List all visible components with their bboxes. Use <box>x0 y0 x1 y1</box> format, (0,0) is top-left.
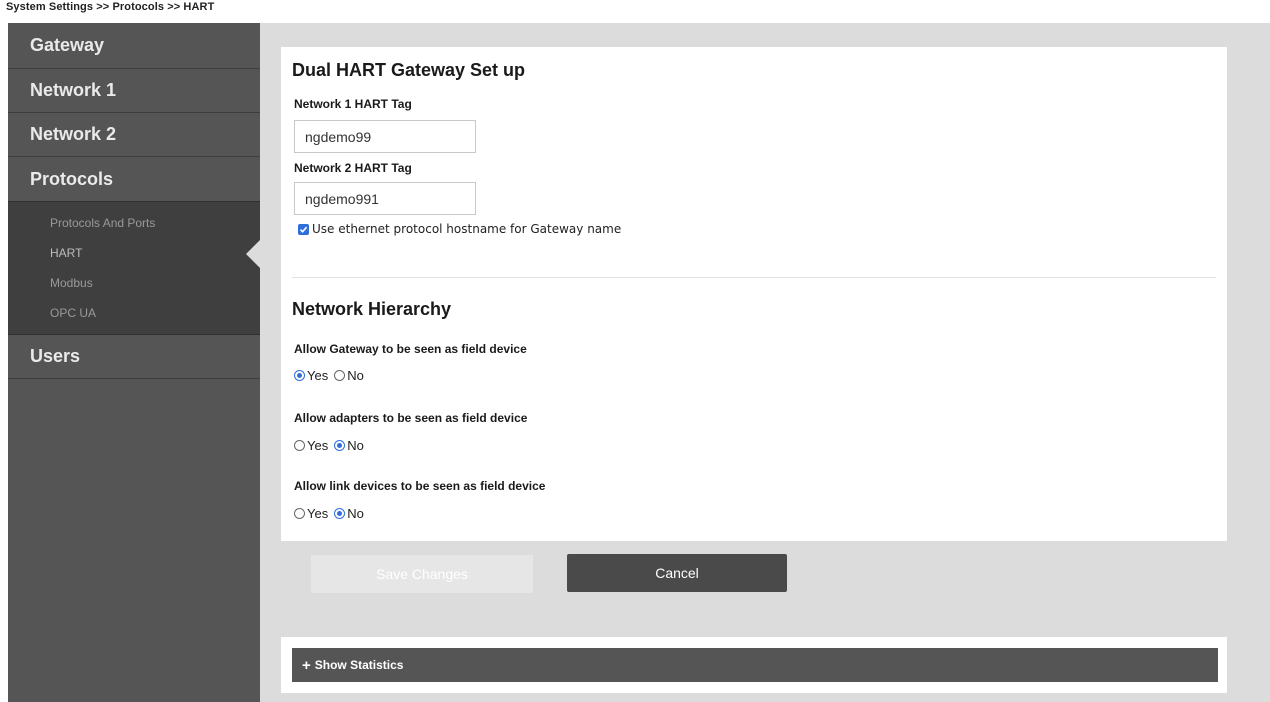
submenu-item-hart[interactable]: HART <box>8 238 260 268</box>
radio-yes-label: Yes <box>307 506 329 521</box>
radio-no-label: No <box>347 506 364 521</box>
network-2-hart-tag-label: Network 2 HART Tag <box>294 161 412 175</box>
sidebar-item-label: Protocols <box>30 168 114 189</box>
link-devices-yes-radio[interactable] <box>294 508 305 519</box>
submenu-item-label: Modbus <box>50 276 93 290</box>
hostname-checkbox-label: Use ethernet protocol hostname for Gatew… <box>312 222 622 236</box>
active-indicator-caret-icon <box>246 240 260 268</box>
sidebar-item-gateway[interactable]: Gateway <box>8 23 260 69</box>
show-statistics-label: Show Statistics <box>314 658 404 672</box>
link-devices-field-device-label: Allow link devices to be seen as field d… <box>294 479 546 493</box>
hierarchy-section-title: Network Hierarchy <box>292 299 452 319</box>
sidebar-item-network-2[interactable]: Network 2 <box>8 113 260 157</box>
submenu-item-label: OPC UA <box>50 306 97 320</box>
sidebar: Gateway Network 1 Network 2 Protocols Pr… <box>8 23 260 702</box>
link-devices-field-device-radio-group: Yes No <box>294 506 370 521</box>
adapters-yes-radio[interactable] <box>294 440 305 451</box>
radio-yes-label: Yes <box>307 368 329 383</box>
submenu-item-label: Protocols And Ports <box>50 216 156 230</box>
hart-settings-panel: Dual HART Gateway Set up Network 1 HART … <box>281 47 1227 541</box>
sidebar-item-users[interactable]: Users <box>8 335 260 379</box>
network-1-hart-tag-label: Network 1 HART Tag <box>294 97 412 111</box>
sidebar-item-network-1[interactable]: Network 1 <box>8 69 260 113</box>
cancel-button[interactable]: Cancel <box>567 554 787 592</box>
breadcrumb: System Settings >> Protocols >> HART <box>6 1 215 13</box>
gateway-field-device-radio-group: Yes No <box>294 368 370 383</box>
gateway-field-device-label: Allow Gateway to be seen as field device <box>294 342 527 356</box>
submenu-item-modbus[interactable]: Modbus <box>8 268 260 298</box>
radio-yes-label: Yes <box>307 438 329 453</box>
submenu-item-protocols-and-ports[interactable]: Protocols And Ports <box>8 208 260 238</box>
link-devices-no-radio[interactable] <box>334 508 346 519</box>
sidebar-item-label: Network 1 <box>30 80 117 100</box>
gateway-no-radio[interactable] <box>334 370 346 381</box>
sidebar-item-protocols[interactable]: Protocols <box>8 157 260 201</box>
checkmark-icon <box>299 226 308 233</box>
gateway-yes-radio[interactable] <box>294 370 305 381</box>
show-statistics-toggle[interactable]: + Show Statistics <box>292 648 1218 682</box>
sidebar-item-label: Gateway <box>30 35 105 55</box>
sidebar-item-label: Users <box>30 346 81 366</box>
adapters-no-radio[interactable] <box>334 440 346 451</box>
statistics-panel: + Show Statistics <box>281 637 1227 693</box>
hostname-checkbox[interactable] <box>298 223 309 235</box>
protocols-submenu: Protocols And Ports HART Modbus OPC UA <box>8 201 260 335</box>
submenu-item-label: HART <box>50 246 83 260</box>
network-2-hart-tag-input[interactable] <box>294 182 476 215</box>
sidebar-item-label: Network 2 <box>30 124 117 144</box>
network-1-hart-tag-input[interactable] <box>294 120 476 153</box>
setup-section-title: Dual HART Gateway Set up <box>292 60 526 80</box>
plus-icon: + <box>302 656 311 674</box>
radio-no-label: No <box>347 368 364 383</box>
submenu-item-opc-ua[interactable]: OPC UA <box>8 298 260 328</box>
radio-no-label: No <box>347 438 364 453</box>
adapters-field-device-label: Allow adapters to be seen as field devic… <box>294 411 528 425</box>
section-divider <box>292 277 1216 278</box>
hostname-checkbox-row: Use ethernet protocol hostname for Gatew… <box>298 222 621 236</box>
save-changes-button[interactable]: Save Changes <box>311 555 533 593</box>
adapters-field-device-radio-group: Yes No <box>294 438 370 453</box>
